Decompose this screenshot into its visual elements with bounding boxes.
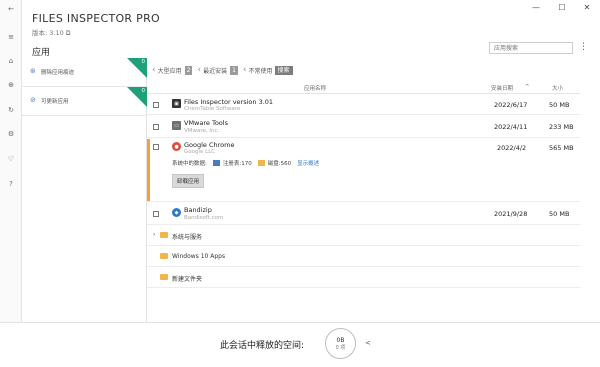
app-publisher: Bandisoft.com (184, 215, 224, 221)
folder-name: 新建文件夹 (172, 276, 203, 283)
footer: 此会话中释放的空间: 0B 0 项 < (0, 322, 600, 367)
uninstall-button[interactable]: 卸载应用 (172, 174, 205, 188)
app-data-stats: 系统中的数据: 注册表:170 磁盘:560 显示概述 (172, 159, 319, 167)
chevron-left-icon: ‹ (197, 65, 202, 75)
row-checkbox[interactable] (153, 144, 159, 150)
app-name: Google Chrome (184, 141, 235, 149)
app-size: 50 MB (549, 210, 570, 218)
filter-rarely-used[interactable]: 不常使用 (249, 66, 273, 75)
sidebar-item-label: 可更新应用 (41, 99, 69, 105)
chrome-icon: ● (172, 142, 181, 151)
registry-icon (212, 160, 220, 166)
app-size: 233 MB (549, 123, 574, 131)
table-header: 应用名称 安装日期 ^ 大小 (147, 81, 580, 94)
gear-icon[interactable]: ⚙ (0, 127, 22, 141)
section-title: 应用 (32, 48, 51, 58)
folder-row[interactable]: › 系统与服务 (147, 226, 580, 246)
column-header-name[interactable]: 应用名称 (304, 84, 326, 92)
row-checkbox[interactable] (153, 211, 159, 217)
app-size: 50 MB (549, 101, 570, 109)
folder-icon (160, 232, 168, 238)
filter-count: 2 (184, 65, 193, 75)
sidebar-item-remove-traces[interactable]: ⊛ 删除应用痕迹 0 (22, 58, 147, 87)
freed-space-gauge: 0B 0 项 (325, 328, 356, 359)
app-name: Bandizip (184, 206, 212, 214)
app-publisher: ChemTable Software (184, 106, 241, 112)
app-install-date: 2022/6/17 (494, 101, 528, 109)
thumbs-up-icon[interactable]: ♡ (0, 152, 22, 166)
app-size: 565 MB (549, 144, 574, 152)
filter-bar: ‹ 大型应用 2 ‹ 最近安装 1 ‹ 不常使用 搜索 (152, 64, 293, 76)
table-row[interactable]: ◆ Bandizip Bandisoft.com 2021/9/28 50 MB (147, 203, 580, 225)
gauge-value: 0B (336, 336, 345, 344)
app-install-date: 2021/9/28 (494, 210, 528, 218)
more-options-icon[interactable]: ⋮ (579, 42, 588, 52)
app-install-date: 2022/4/2 (497, 144, 527, 152)
column-header-date[interactable]: 安装日期 (491, 84, 513, 92)
bell-icon[interactable]: ⌂ (0, 54, 22, 68)
freed-space-label: 此会话中释放的空间: (220, 341, 305, 351)
folder-name: Windows 10 Apps (172, 253, 226, 260)
bandizip-icon: ◆ (172, 208, 181, 217)
folder-icon (257, 160, 265, 166)
show-overview-link[interactable]: 显示概述 (297, 159, 319, 167)
app-publisher: Google LLC (184, 149, 216, 155)
refresh-icon[interactable]: ↻ (0, 103, 22, 117)
app-install-date: 2022/4/11 (494, 123, 528, 131)
search-input[interactable] (489, 42, 573, 54)
gauge-unit: 0 项 (335, 344, 346, 351)
folder-row[interactable]: 新建文件夹 (147, 268, 580, 288)
sort-icon: ^ (525, 84, 530, 90)
chevron-right-icon[interactable]: › (153, 231, 155, 238)
sidebar-item-label: 删除应用痕迹 (41, 70, 75, 76)
app-publisher: VMware, Inc. (184, 128, 220, 134)
table-row-selected[interactable]: ● Google Chrome Google LLC 2022/4/2 565 … (147, 139, 580, 202)
menu-icon[interactable]: ≡ (0, 30, 22, 44)
app-icon: ▭ (172, 121, 181, 130)
data-prefix: 系统中的数据: (172, 161, 207, 167)
table-row[interactable]: ▭ VMware Tools VMware, Inc. 2022/4/11 23… (147, 116, 580, 138)
minimize-button[interactable]: — (528, 3, 544, 12)
app-icon: ▣ (172, 99, 181, 108)
app-name: VMware Tools (184, 119, 228, 127)
update-icon: ⊘ (30, 96, 36, 104)
cleanup-icon: ⊛ (30, 67, 36, 75)
chevron-left-icon: ‹ (242, 65, 247, 75)
table-row[interactable]: ▣ Files Inspector version 3.01 ChemTable… (147, 95, 580, 115)
filter-recent-installs[interactable]: 最近安装 (203, 66, 227, 75)
target-icon[interactable]: ⊕ (0, 78, 22, 92)
folder-icon (160, 274, 168, 280)
folder-name: 系统与服务 (172, 234, 203, 241)
maximize-button[interactable]: ☐ (554, 3, 570, 12)
filter-count: 1 (230, 65, 238, 75)
app-name: Files Inspector version 3.01 (184, 98, 274, 106)
left-rail: ← ≡ ⌂ ⊕ ↻ ⚙ ♡ ? (0, 0, 22, 367)
share-icon[interactable]: < (365, 339, 371, 347)
sidebar-item-updatable[interactable]: ⊘ 可更新应用 0 (22, 87, 147, 116)
chevron-left-icon: ‹ (152, 65, 156, 75)
badge-count: 0 (141, 88, 146, 94)
filter-large-apps[interactable]: 大型应用 (158, 66, 182, 75)
row-checkbox[interactable] (153, 124, 159, 130)
row-checkbox[interactable] (153, 102, 159, 108)
back-icon[interactable]: ← (0, 2, 22, 16)
badge-count: 0 (141, 59, 146, 65)
app-title: FILES INSPECTOR PRO (32, 12, 160, 25)
folder-icon (160, 253, 168, 259)
disk-count: 磁盘:560 (267, 161, 292, 167)
help-icon[interactable]: ? (0, 177, 22, 191)
selection-indicator (147, 139, 150, 201)
app-version: 版本: 3.10 ⧉ (32, 29, 71, 37)
left-panel: ⊛ 删除应用痕迹 0 ⊘ 可更新应用 0 (22, 58, 147, 322)
close-button[interactable]: ✕ (579, 3, 595, 12)
folder-row[interactable]: Windows 10 Apps (147, 247, 580, 267)
registry-count: 注册表:170 (222, 161, 252, 167)
search-button[interactable]: 搜索 (274, 65, 293, 75)
column-header-size[interactable]: 大小 (552, 84, 563, 92)
